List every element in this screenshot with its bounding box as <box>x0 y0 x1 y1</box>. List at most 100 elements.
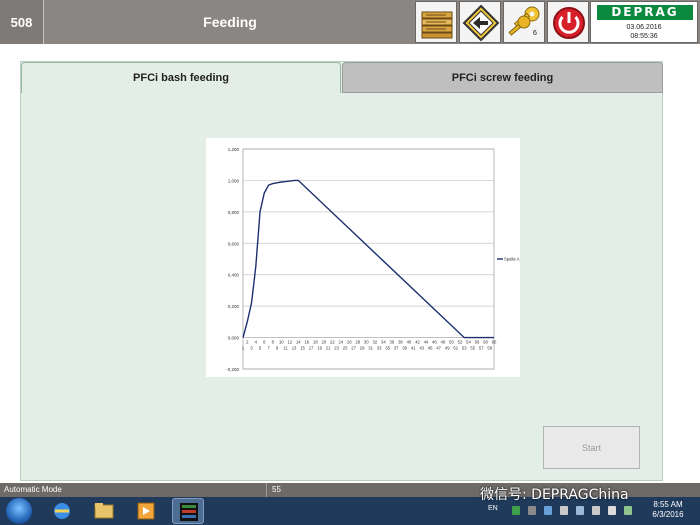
diamond-arrow-icon <box>462 4 500 42</box>
x-tick-label: 4 <box>255 340 258 345</box>
status-value: 55 <box>272 485 281 494</box>
x-tick-label: 1 <box>242 346 245 351</box>
x-tick-label: 9 <box>276 346 279 351</box>
x-tick-label: 30 <box>364 340 369 345</box>
start-button[interactable]: Start <box>543 426 640 469</box>
operating-mode: Automatic Mode <box>4 485 62 494</box>
x-tick-label: 8 <box>272 340 275 345</box>
x-tick-label: 10 <box>279 340 284 345</box>
feeding-panel: PFCi bash feeding PFCi screw feeding 1,2… <box>20 61 663 481</box>
legend-label: Spalte A <box>504 257 520 262</box>
folder-taskbar-icon[interactable] <box>88 498 120 524</box>
x-tick-label: 58 <box>483 340 488 345</box>
x-tick-label: 23 <box>334 346 339 351</box>
x-tick-label: 16 <box>304 340 309 345</box>
screen-id: 508 <box>0 0 44 44</box>
x-tick-label: 24 <box>339 340 344 345</box>
keys-button[interactable]: 6 <box>503 1 545 43</box>
input-language[interactable]: EN <box>488 505 498 512</box>
x-tick-label: 19 <box>317 346 322 351</box>
tray-app-icon[interactable] <box>576 506 584 515</box>
x-tick-label: 59 <box>487 346 492 351</box>
x-tick-label: 42 <box>415 340 420 345</box>
y-tick-label: -0,200 <box>226 367 239 372</box>
x-tick-label: 50 <box>449 340 454 345</box>
tray-app-icon[interactable] <box>528 506 536 515</box>
x-tick-label: 52 <box>458 340 463 345</box>
brand-block: DEPRAG 03.06.2016 08:55:36 <box>590 1 698 43</box>
tray-app-icon[interactable] <box>560 506 568 515</box>
feeding-chart: 1,200 1,000 0,800 0,600 0,400 0,200 0,000 -0,20… <box>206 138 520 377</box>
tray-app-icon[interactable] <box>624 506 632 515</box>
x-tick-label: 13 <box>292 346 297 351</box>
y-tick-label: 0,600 <box>228 241 240 246</box>
y-tick-label: 1,200 <box>228 147 240 152</box>
taskbar-clock[interactable]: 8:55 AM 6/3/2016 <box>640 500 696 520</box>
x-tick-label: 41 <box>411 346 416 351</box>
tab-screw-feeding[interactable]: PFCi screw feeding <box>342 62 663 93</box>
x-tick-label: 27 <box>351 346 356 351</box>
power-button[interactable] <box>547 1 589 43</box>
x-tick-label: 25 <box>343 346 348 351</box>
x-tick-label: 43 <box>419 346 424 351</box>
brand-logo: DEPRAG <box>597 5 693 20</box>
x-tick-label: 5 <box>259 346 262 351</box>
x-tick-label: 54 <box>466 340 471 345</box>
keys-icon <box>508 6 540 36</box>
x-tick-label: 28 <box>356 340 361 345</box>
x-tick-label: 38 <box>398 340 403 345</box>
x-tick-label: 37 <box>394 346 399 351</box>
browser-taskbar-icon[interactable] <box>46 498 78 524</box>
tray-volume-icon[interactable] <box>608 506 616 515</box>
y-tick-label: 1,000 <box>228 178 240 183</box>
x-tick-label: 56 <box>475 340 480 345</box>
x-tick-label: 53 <box>462 346 467 351</box>
x-tick-label: 45 <box>428 346 433 351</box>
header-bar: 508 Feeding 6 DEPRAG 03.06.2016 08:55:36 <box>0 0 700 44</box>
y-tick-label: 0,000 <box>228 336 240 341</box>
x-tick-label: 6 <box>263 340 266 345</box>
x-tick-label: 11 <box>283 346 288 351</box>
x-tick-label: 20 <box>321 340 326 345</box>
key-count: 6 <box>533 30 537 37</box>
feeding-chart-svg: 1,200 1,000 0,800 0,600 0,400 0,200 0,000 -0,20… <box>226 147 520 372</box>
y-tick-label: 0,200 <box>228 304 240 309</box>
x-tick-label: 29 <box>360 346 365 351</box>
tray-network-icon[interactable] <box>544 506 552 515</box>
app-taskbar-icon[interactable] <box>172 498 204 524</box>
x-tick-label: 51 <box>453 346 458 351</box>
x-tick-label: 60 <box>492 340 497 345</box>
taskbar-date: 6/3/2016 <box>652 510 684 519</box>
status-divider <box>266 483 267 497</box>
x-tick-label: 32 <box>373 340 378 345</box>
x-tick-label: 7 <box>267 346 270 351</box>
tray-app-icon[interactable] <box>592 506 600 515</box>
file-list-icon <box>421 11 453 39</box>
x-tick-label: 48 <box>441 340 446 345</box>
media-player-taskbar-icon[interactable] <box>130 498 162 524</box>
power-icon <box>553 7 585 39</box>
x-tick-label: 26 <box>347 340 352 345</box>
file-list-button[interactable] <box>415 1 457 43</box>
x-tick-label: 18 <box>313 340 318 345</box>
x-tick-label: 21 <box>326 346 331 351</box>
x-tick-label: 40 <box>407 340 412 345</box>
x-tick-label: 14 <box>296 340 301 345</box>
x-tick-label: 34 <box>381 340 386 345</box>
navigate-button[interactable] <box>459 1 501 43</box>
x-tick-label: 39 <box>402 346 407 351</box>
header-time: 08:55:36 <box>630 33 658 40</box>
x-tick-label: 17 <box>309 346 314 351</box>
windows-start-icon[interactable] <box>6 498 32 524</box>
x-tick-label: 57 <box>479 346 484 351</box>
x-tick-label: 35 <box>385 346 390 351</box>
y-tick-label: 0,400 <box>228 273 240 278</box>
taskbar-time: 8:55 AM <box>653 500 683 509</box>
x-tick-label: 33 <box>377 346 382 351</box>
tab-bash-feeding[interactable]: PFCi bash feeding <box>21 62 341 93</box>
tray-app-icon[interactable] <box>512 506 520 515</box>
x-tick-label: 47 <box>436 346 441 351</box>
page-title: Feeding <box>203 14 257 30</box>
wechat-watermark: 微信号: DEPRAGChina <box>480 487 629 503</box>
x-tick-label: 15 <box>300 346 305 351</box>
